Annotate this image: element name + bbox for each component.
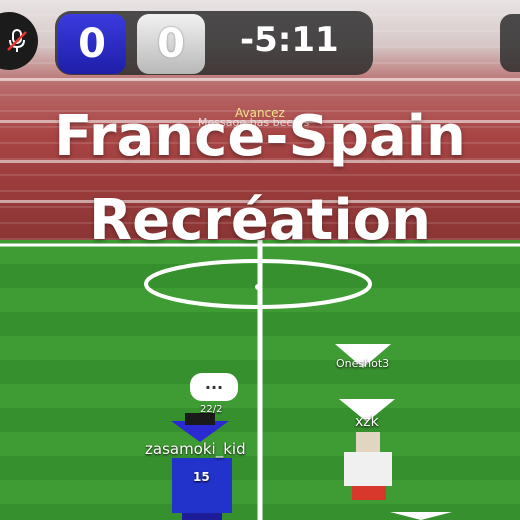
- overlay-title-line1: France-Spain: [54, 104, 466, 169]
- overlay-title-line2: Recréation: [89, 188, 431, 253]
- muted-microphone-icon: [7, 29, 27, 52]
- player-shorts: [352, 486, 386, 500]
- players-layer: [171, 344, 452, 520]
- menu-button[interactable]: [500, 14, 520, 72]
- player-body: [344, 452, 392, 486]
- player-nametag: zasamoki_kid: [145, 440, 246, 458]
- player-nametag: Oneshot3: [336, 357, 390, 370]
- player-body: [172, 458, 232, 513]
- game-scene: ... Oneshot3 xzk zasamoki_kid 22/2 15: [0, 0, 520, 520]
- player-nametag: 22/2: [200, 404, 223, 415]
- player-head: [356, 432, 380, 452]
- player-nametag: xzk: [355, 414, 379, 430]
- player-marker: [390, 512, 452, 520]
- match-timer: -5:11: [240, 20, 339, 60]
- chat-bubble: ...: [190, 373, 238, 401]
- away-score: 0: [137, 14, 205, 74]
- player-legs: [182, 513, 222, 520]
- jersey-number: 15: [193, 470, 210, 484]
- home-score: 0: [58, 14, 126, 74]
